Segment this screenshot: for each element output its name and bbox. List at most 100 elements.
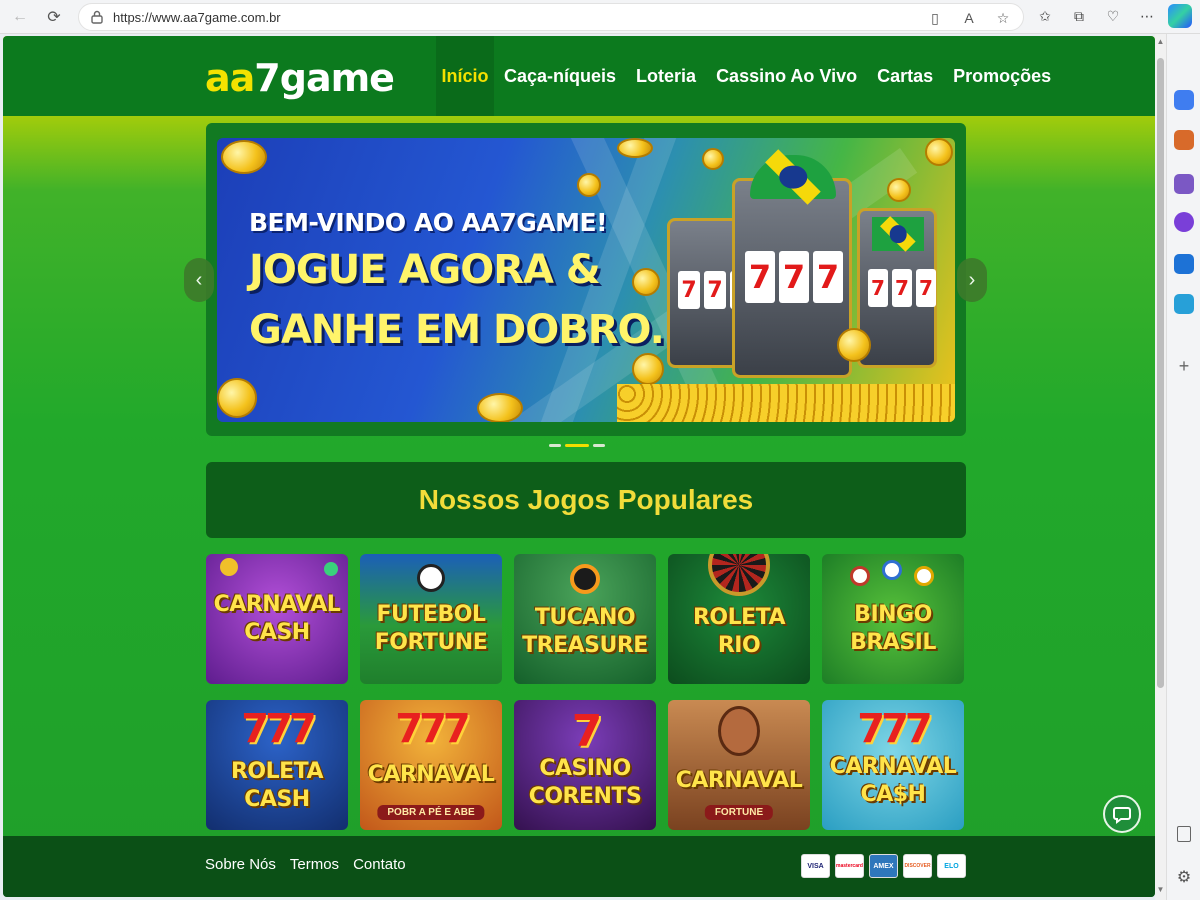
reader-view-icon[interactable]: ▯ [925,8,945,28]
people-sidebar-icon[interactable] [1174,174,1194,194]
footer-links: Sobre Nós Termos Contato [205,856,406,873]
send-sidebar-icon[interactable] [1174,294,1194,314]
nav-promocoes[interactable]: Promoções [943,36,1061,116]
bingo-ball-icon [850,566,870,586]
game-card[interactable]: 7 CASINO CORENTS [514,700,656,830]
carousel-dot-1[interactable] [549,444,561,447]
bingo-ball-icon [882,560,902,580]
slot-machine-center: 7 7 7 [732,149,852,378]
hero-headline-1: JOGUE AGORA & [249,247,601,293]
nav-caca-niqueis[interactable]: Caça-níqueis [494,36,626,116]
nav-inicio[interactable]: Início [436,36,494,116]
more-menu-icon[interactable]: ⋯ [1136,5,1158,27]
reel-seven: 7 [813,251,843,303]
triple-seven-icon: 777 [241,706,316,752]
carousel-prev-button[interactable]: ‹ [184,258,214,302]
game-card[interactable]: 777 ROLETA CASH [206,700,348,830]
outlook-sidebar-icon[interactable] [1174,254,1194,274]
footer-link-termos[interactable]: Termos [290,856,339,873]
amex-logo: AMEX [869,854,898,878]
brazil-flag-icon [872,216,924,252]
bingo-ball-icon [914,566,934,586]
nav-cartas[interactable]: Cartas [867,36,943,116]
game-title: ROLETA RIO [692,605,786,658]
triple-seven-icon: 777 [395,706,470,752]
game-card[interactable]: CARNAVAL CASH [206,554,348,684]
browser-toolbar: ← ⟳ https://www.aa7game.com.br ▯ A ☆ ✩ ⧉… [0,0,1200,34]
nav-cassino-ao-vivo[interactable]: Cassino Ao Vivo [706,36,867,116]
settings-gear-icon[interactable]: ⚙ [1174,868,1194,888]
split-view-icon[interactable] [1177,826,1191,842]
brazil-flag-icon [750,149,836,205]
roulette-wheel-icon [708,554,770,596]
page-scrollbar[interactable]: ▲ ▼ [1155,34,1166,900]
coin-icon [887,178,911,202]
favorite-star-icon[interactable]: ☆ [993,8,1013,28]
scroll-down-arrow-icon[interactable]: ▼ [1156,885,1165,894]
coin-icon [217,378,257,418]
payment-methods: VISA mastercard AMEX DISCOVER ELO [801,854,966,878]
game-card[interactable]: BINGO BRASIL [822,554,964,684]
game-title: CARNAVAL CA$H [829,753,957,807]
chat-bubble-icon [1113,807,1131,824]
logo-text: aa7game [205,56,395,100]
carousel-dot-3[interactable] [593,444,605,447]
game-card[interactable]: FUTEBOL FORTUNE [360,554,502,684]
game-card[interactable]: 777 CARNAVAL CA$H [822,700,964,830]
game-card[interactable]: ROLETA RIO [668,554,810,684]
reel-seven: 7 [745,251,775,303]
footer-link-contato[interactable]: Contato [353,856,406,873]
visa-logo: VISA [801,854,830,878]
seven-icon: 7 [571,706,603,757]
hero-headline-2: GANHE EM DOBRO. [249,307,665,353]
scroll-thumb[interactable] [1157,58,1164,688]
game-card[interactable]: CARNAVAL FORTUNE [668,700,810,830]
reload-icon[interactable]: ⟳ [42,5,66,29]
elo-logo: ELO [937,854,966,878]
site-header: aa7game Início Caça-níqueis Loteria Cass… [3,36,1155,116]
game-title: TUCANO TREASURE [522,605,648,658]
toucan-icon [570,564,600,594]
back-arrow-icon[interactable]: ← [8,5,32,29]
dancer-portrait-icon [718,706,760,756]
carousel-next-button[interactable]: › [957,258,987,302]
coin-icon [837,328,871,362]
address-bar[interactable]: https://www.aa7game.com.br ▯ A ☆ [78,3,1024,31]
hero-carousel: BEM-VINDO AO AA7GAME! JOGUE AGORA & GANH… [206,123,966,436]
read-aloud-icon[interactable]: A [959,8,979,28]
coin-icon [221,140,267,174]
game-title: CARNAVAL [675,767,803,793]
collections-icon[interactable]: ⧉ [1068,5,1090,27]
discover-logo: DISCOVER [903,854,932,878]
game-title: CARNAVAL [367,762,495,788]
soccer-ball-icon [417,564,445,592]
games-sidebar-icon[interactable] [1174,212,1194,232]
coin-icon [577,173,601,197]
favorites-icon[interactable]: ✩ [1034,5,1056,27]
site-logo[interactable]: aa7game [205,56,395,100]
add-sidebar-app-icon[interactable]: + [1174,356,1194,376]
coin-icon [702,148,724,170]
hero-text: BEM-VINDO AO AA7GAME! JOGUE AGORA & GANH… [249,208,665,357]
coin-icon [925,138,953,166]
main-nav: Início Caça-níqueis Loteria Cassino Ao V… [436,36,1061,116]
game-card[interactable]: TUCANO TREASURE [514,554,656,684]
search-sidebar-icon[interactable] [1174,90,1194,110]
nav-loteria[interactable]: Loteria [626,36,706,116]
site-info-icon[interactable] [91,10,103,24]
hero-banner[interactable]: BEM-VINDO AO AA7GAME! JOGUE AGORA & GANH… [217,138,955,422]
scroll-up-arrow-icon[interactable]: ▲ [1156,37,1165,46]
carousel-dot-2[interactable] [565,444,589,447]
footer-link-sobre-nos[interactable]: Sobre Nós [205,856,276,873]
game-card[interactable]: 777 CARNAVAL POBR A PÉ E ABE [360,700,502,830]
coin-icon [477,393,523,422]
game-title: ROLETA CASH [230,758,324,812]
game-title: CARNAVAL CASH [213,592,341,645]
game-title: BINGO BRASIL [850,602,936,656]
tools-sidebar-icon[interactable] [1174,130,1194,150]
hero-welcome: BEM-VINDO AO AA7GAME! [249,208,607,237]
copilot-icon[interactable] [1168,4,1192,28]
browser-essentials-icon[interactable]: ♡ [1102,5,1124,27]
popular-games-header: Nossos Jogos Populares [206,462,966,538]
chat-support-button[interactable] [1103,795,1141,833]
